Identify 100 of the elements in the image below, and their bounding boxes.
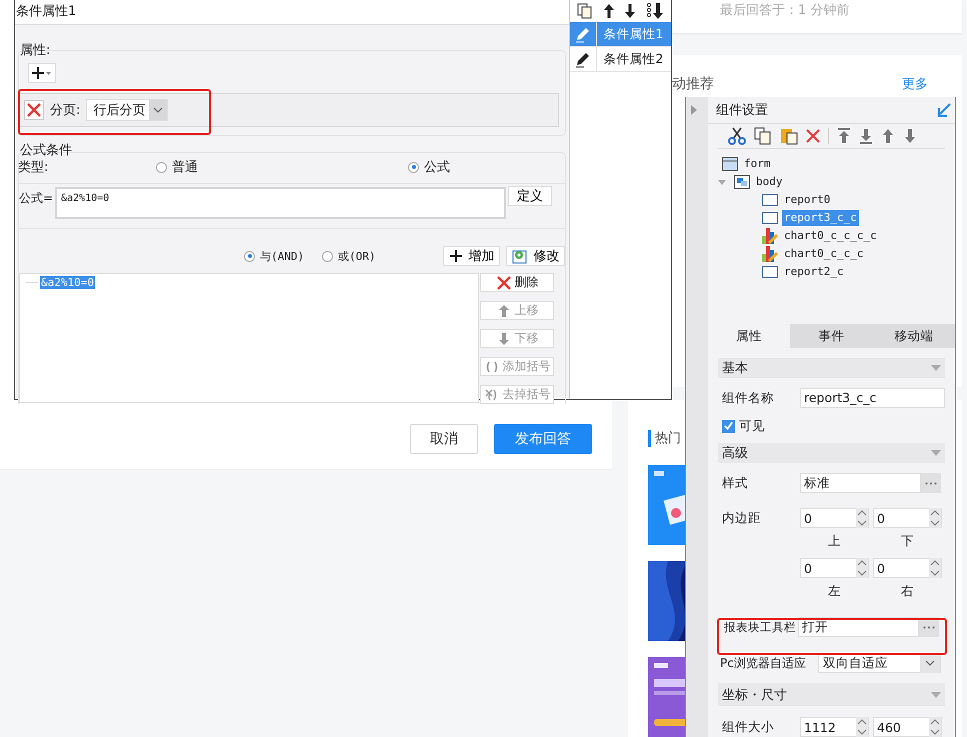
move-bottom-icon[interactable]: [646, 2, 664, 20]
stepper-icon[interactable]: [929, 508, 941, 528]
tree-item[interactable]: form: [742, 156, 772, 172]
more-icon: [925, 482, 937, 484]
cancel-button[interactable]: 取消: [410, 424, 478, 454]
caret-icon: [931, 450, 941, 456]
radio-button[interactable]: [244, 250, 255, 262]
number-field[interactable]: 0: [800, 558, 869, 578]
more-icon: [923, 626, 935, 628]
radio-label: 与(AND): [260, 248, 304, 264]
tree-item[interactable]: chart0_c_c_c: [782, 246, 866, 262]
formula-field[interactable]: &a2%10=0: [55, 187, 506, 219]
tree-item[interactable]: report0: [782, 192, 832, 208]
caret-icon: [920, 653, 940, 673]
delete-button[interactable]: 删除: [480, 273, 554, 292]
caret-icon: [931, 365, 941, 371]
condition-list-item[interactable]: 条件属性2: [570, 47, 671, 72]
field-caption: 上: [827, 532, 842, 550]
radio-label: 普通: [172, 158, 198, 176]
field-label: 组件名称: [721, 389, 775, 407]
arrow-up-icon[interactable]: [602, 3, 615, 19]
check-icon: [723, 420, 734, 432]
stepper-icon[interactable]: [929, 717, 941, 737]
number-field[interactable]: 0: [873, 508, 942, 528]
radio-label: 公式: [424, 159, 450, 176]
field-caption: 下: [900, 532, 915, 550]
caret-icon: [931, 692, 941, 698]
stepper-icon[interactable]: [856, 558, 868, 578]
field-label: 公式=: [19, 190, 54, 207]
field-label: 组件大小: [721, 718, 775, 736]
radio-button[interactable]: [322, 250, 334, 262]
number-field[interactable]: 1112: [800, 717, 869, 737]
field-label: 样式: [721, 474, 749, 492]
number-field[interactable]: 0: [800, 508, 869, 528]
form-icon: [722, 156, 738, 171]
name-field[interactable]: report3_c_c: [800, 388, 945, 408]
page-break-dropdown[interactable]: 行后分页: [86, 99, 168, 121]
tree-item[interactable]: chart0_c_c_c_c: [782, 228, 879, 244]
caret-icon: [149, 100, 168, 120]
number-field[interactable]: 0: [873, 558, 942, 578]
dialog-title: 条件属性1: [15, 0, 570, 25]
stepper-icon[interactable]: [856, 717, 868, 737]
tab[interactable]: 移动端: [872, 324, 955, 348]
field-label: 内边距: [722, 510, 761, 525]
delete-icon[interactable]: [806, 128, 820, 143]
panel-title: 组件设置: [716, 102, 768, 119]
x-icon: [496, 276, 512, 290]
section-header[interactable]: 坐标・尺寸: [718, 683, 945, 706]
plus-icon: [449, 249, 464, 263]
chart-icon: [762, 246, 778, 262]
copy-icon[interactable]: [754, 126, 772, 145]
group-label: 公式条件: [19, 142, 72, 160]
report-icon: [762, 266, 778, 278]
checkbox[interactable]: [722, 420, 735, 432]
field-label: 报表块工具栏: [723, 619, 794, 636]
radio-button[interactable]: [156, 162, 167, 172]
style-field[interactable]: 标准: [800, 473, 921, 493]
adapt-dropdown[interactable]: 双向自适应: [818, 653, 941, 673]
stepper-icon[interactable]: [929, 558, 941, 578]
report-icon: [762, 212, 778, 224]
tree-item[interactable]: report2_c: [782, 264, 846, 280]
field-caption: 左: [827, 582, 842, 600]
parentheses-icon: [484, 360, 500, 374]
last-answer-text: 最后回答于：1 分钟前: [720, 3, 850, 18]
paste-icon[interactable]: [780, 126, 798, 145]
delete-button[interactable]: [24, 100, 44, 120]
expand-icon[interactable]: [690, 104, 698, 116]
field-label: 分页:: [50, 102, 80, 119]
section-title: 动推荐: [672, 74, 714, 93]
modify-button[interactable]: 修改: [506, 246, 566, 266]
stepper-icon[interactable]: [856, 508, 868, 528]
collapse-arrow-icon[interactable]: [937, 102, 951, 117]
radio-label: 或(OR): [338, 248, 376, 264]
publish-answer-button[interactable]: 发布回答: [494, 424, 592, 454]
cut-icon[interactable]: [728, 126, 746, 145]
tab[interactable]: 事件: [790, 324, 873, 348]
layout-icon: [734, 174, 750, 189]
report-icon: [762, 194, 778, 206]
checkbox-label: 可见: [739, 418, 765, 434]
chart-icon: [762, 228, 778, 244]
section-header[interactable]: 基本: [718, 358, 945, 378]
more-link[interactable]: 更多: [902, 74, 928, 93]
field-caption: 右: [900, 582, 915, 600]
copy-icon[interactable]: [577, 3, 594, 19]
field-label: 类型:: [18, 159, 48, 176]
radio-button[interactable]: [408, 162, 419, 172]
more-button[interactable]: [921, 473, 941, 493]
toolbar-field[interactable]: 打开: [798, 617, 919, 637]
define-button[interactable]: 定义: [508, 186, 552, 206]
plus-icon: [31, 66, 53, 80]
add-button[interactable]: 增加: [443, 246, 500, 266]
number-field[interactable]: 460: [873, 717, 942, 737]
move-top-icon[interactable]: [837, 128, 851, 144]
tree-item[interactable]: body: [754, 174, 784, 190]
arrow-down-icon[interactable]: [624, 3, 636, 19]
section-header[interactable]: 高级: [718, 443, 945, 463]
more-button[interactable]: [919, 617, 939, 637]
add-attribute-button[interactable]: [28, 63, 56, 83]
group-label: 属性:: [19, 42, 50, 60]
x-icon: [27, 103, 41, 117]
